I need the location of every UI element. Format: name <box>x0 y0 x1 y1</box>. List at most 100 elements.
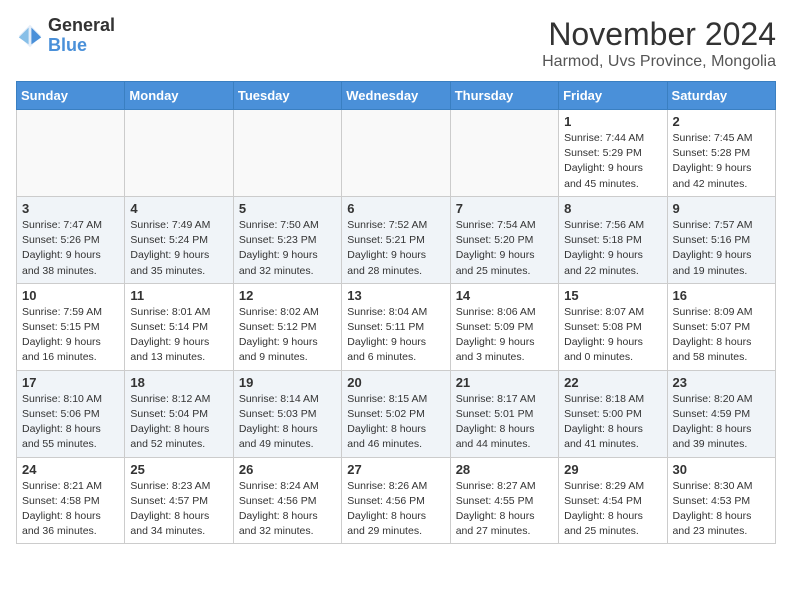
day-number: 2 <box>673 114 770 129</box>
day-number: 15 <box>564 288 661 303</box>
calendar-cell: 28 Sunrise: 8:27 AM Sunset: 4:55 PM Dayli… <box>450 457 558 544</box>
calendar-cell: 18 Sunrise: 8:12 AM Sunset: 5:04 PM Dayli… <box>125 370 233 457</box>
calendar-table: SundayMondayTuesdayWednesdayThursdayFrid… <box>16 81 776 544</box>
day-info: Sunrise: 8:04 AM Sunset: 5:11 PM Dayligh… <box>347 305 444 366</box>
calendar-cell: 1Sunrise: 7:44 AM Sunset: 5:29 PM Daylig… <box>559 110 667 197</box>
logo-line1: General <box>48 16 115 36</box>
day-number: 13 <box>347 288 444 303</box>
calendar-cell: 14Sunrise: 8:06 AM Sunset: 5:09 PM Dayli… <box>450 283 558 370</box>
day-info: Sunrise: 7:47 AM Sunset: 5:26 PM Dayligh… <box>22 218 119 279</box>
month-title: November 2024 <box>542 16 776 53</box>
calendar-cell: 21Sunrise: 8:17 AM Sunset: 5:01 PM Dayli… <box>450 370 558 457</box>
day-number: 28 <box>456 462 553 477</box>
calendar-header-row: SundayMondayTuesdayWednesdayThursdayFrid… <box>17 82 776 110</box>
day-info: Sunrise: 7:57 AM Sunset: 5:16 PM Dayligh… <box>673 218 770 279</box>
calendar-cell: 26Sunrise: 8:24 AM Sunset: 4:56 PM Dayli… <box>233 457 341 544</box>
calendar-cell <box>450 110 558 197</box>
calendar-cell: 23 Sunrise: 8:20 AM Sunset: 4:59 PM Dayli… <box>667 370 775 457</box>
calendar-cell: 16 Sunrise: 8:09 AM Sunset: 5:07 PM Dayli… <box>667 283 775 370</box>
day-info: Sunrise: 8:27 AM Sunset: 4:55 PM Dayligh… <box>456 479 553 540</box>
day-info: Sunrise: 7:45 AM Sunset: 5:28 PM Dayligh… <box>673 131 770 192</box>
calendar-cell <box>125 110 233 197</box>
day-number: 18 <box>130 375 227 390</box>
day-info: Sunrise: 8:30 AM Sunset: 4:53 PM Dayligh… <box>673 479 770 540</box>
day-info: Sunrise: 8:07 AM Sunset: 5:08 PM Dayligh… <box>564 305 661 366</box>
calendar-cell: 2 Sunrise: 7:45 AM Sunset: 5:28 PM Daylig… <box>667 110 775 197</box>
day-info: Sunrise: 8:09 AM Sunset: 5:07 PM Dayligh… <box>673 305 770 366</box>
day-number: 24 <box>22 462 119 477</box>
day-number: 30 <box>673 462 770 477</box>
calendar-cell: 25Sunrise: 8:23 AM Sunset: 4:57 PM Dayli… <box>125 457 233 544</box>
calendar-cell <box>342 110 450 197</box>
title-block: November 2024 Harmod, Uvs Province, Mong… <box>542 16 776 71</box>
day-info: Sunrise: 8:23 AM Sunset: 4:57 PM Dayligh… <box>130 479 227 540</box>
day-number: 26 <box>239 462 336 477</box>
calendar-cell: 3 Sunrise: 7:47 AM Sunset: 5:26 PM Daylig… <box>17 196 125 283</box>
day-number: 22 <box>564 375 661 390</box>
logo-line2: Blue <box>48 36 115 56</box>
calendar-week-4: 17 Sunrise: 8:10 AM Sunset: 5:06 PM Dayli… <box>17 370 776 457</box>
day-number: 23 <box>673 375 770 390</box>
day-number: 17 <box>22 375 119 390</box>
header-friday: Friday <box>559 82 667 110</box>
day-info: Sunrise: 7:49 AM Sunset: 5:24 PM Dayligh… <box>130 218 227 279</box>
day-info: Sunrise: 8:06 AM Sunset: 5:09 PM Dayligh… <box>456 305 553 366</box>
calendar-cell <box>233 110 341 197</box>
day-number: 5 <box>239 201 336 216</box>
header-thursday: Thursday <box>450 82 558 110</box>
calendar-cell: 17 Sunrise: 8:10 AM Sunset: 5:06 PM Dayli… <box>17 370 125 457</box>
day-info: Sunrise: 8:21 AM Sunset: 4:58 PM Dayligh… <box>22 479 119 540</box>
day-info: Sunrise: 8:14 AM Sunset: 5:03 PM Dayligh… <box>239 392 336 453</box>
calendar-cell: 15 Sunrise: 8:07 AM Sunset: 5:08 PM Dayli… <box>559 283 667 370</box>
day-info: Sunrise: 7:50 AM Sunset: 5:23 PM Dayligh… <box>239 218 336 279</box>
day-number: 16 <box>673 288 770 303</box>
calendar-cell <box>17 110 125 197</box>
day-number: 10 <box>22 288 119 303</box>
day-info: Sunrise: 8:01 AM Sunset: 5:14 PM Dayligh… <box>130 305 227 366</box>
logo-text: General Blue <box>48 16 115 56</box>
day-info: Sunrise: 8:26 AM Sunset: 4:56 PM Dayligh… <box>347 479 444 540</box>
calendar-cell: 13 Sunrise: 8:04 AM Sunset: 5:11 PM Dayli… <box>342 283 450 370</box>
calendar-week-2: 3 Sunrise: 7:47 AM Sunset: 5:26 PM Daylig… <box>17 196 776 283</box>
calendar-cell: 4 Sunrise: 7:49 AM Sunset: 5:24 PM Daylig… <box>125 196 233 283</box>
day-number: 12 <box>239 288 336 303</box>
calendar-cell: 12 Sunrise: 8:02 AM Sunset: 5:12 PM Dayli… <box>233 283 341 370</box>
day-number: 20 <box>347 375 444 390</box>
calendar-week-5: 24 Sunrise: 8:21 AM Sunset: 4:58 PM Dayli… <box>17 457 776 544</box>
calendar-cell: 10Sunrise: 7:59 AM Sunset: 5:15 PM Dayli… <box>17 283 125 370</box>
logo: General Blue <box>16 16 115 56</box>
page-header: General Blue November 2024 Harmod, Uvs P… <box>16 16 776 71</box>
day-info: Sunrise: 8:15 AM Sunset: 5:02 PM Dayligh… <box>347 392 444 453</box>
day-number: 29 <box>564 462 661 477</box>
day-number: 27 <box>347 462 444 477</box>
calendar-cell: 6Sunrise: 7:52 AM Sunset: 5:21 PM Daylig… <box>342 196 450 283</box>
day-number: 9 <box>673 201 770 216</box>
calendar-cell: 19Sunrise: 8:14 AM Sunset: 5:03 PM Dayli… <box>233 370 341 457</box>
header-wednesday: Wednesday <box>342 82 450 110</box>
calendar-week-3: 10Sunrise: 7:59 AM Sunset: 5:15 PM Dayli… <box>17 283 776 370</box>
calendar-cell: 24 Sunrise: 8:21 AM Sunset: 4:58 PM Dayli… <box>17 457 125 544</box>
day-number: 4 <box>130 201 227 216</box>
day-info: Sunrise: 8:20 AM Sunset: 4:59 PM Dayligh… <box>673 392 770 453</box>
day-info: Sunrise: 7:52 AM Sunset: 5:21 PM Dayligh… <box>347 218 444 279</box>
calendar-cell: 20 Sunrise: 8:15 AM Sunset: 5:02 PM Dayli… <box>342 370 450 457</box>
header-monday: Monday <box>125 82 233 110</box>
header-tuesday: Tuesday <box>233 82 341 110</box>
calendar-cell: 29 Sunrise: 8:29 AM Sunset: 4:54 PM Dayli… <box>559 457 667 544</box>
day-info: Sunrise: 8:17 AM Sunset: 5:01 PM Dayligh… <box>456 392 553 453</box>
calendar-week-1: 1Sunrise: 7:44 AM Sunset: 5:29 PM Daylig… <box>17 110 776 197</box>
calendar-cell: 22Sunrise: 8:18 AM Sunset: 5:00 PM Dayli… <box>559 370 667 457</box>
day-info: Sunrise: 8:12 AM Sunset: 5:04 PM Dayligh… <box>130 392 227 453</box>
header-sunday: Sunday <box>17 82 125 110</box>
day-number: 3 <box>22 201 119 216</box>
calendar-cell: 30 Sunrise: 8:30 AM Sunset: 4:53 PM Dayli… <box>667 457 775 544</box>
calendar-cell: 8Sunrise: 7:56 AM Sunset: 5:18 PM Daylig… <box>559 196 667 283</box>
location-title: Harmod, Uvs Province, Mongolia <box>542 53 776 71</box>
day-info: Sunrise: 8:02 AM Sunset: 5:12 PM Dayligh… <box>239 305 336 366</box>
calendar-cell: 7Sunrise: 7:54 AM Sunset: 5:20 PM Daylig… <box>450 196 558 283</box>
day-info: Sunrise: 8:29 AM Sunset: 4:54 PM Dayligh… <box>564 479 661 540</box>
day-info: Sunrise: 8:10 AM Sunset: 5:06 PM Dayligh… <box>22 392 119 453</box>
day-number: 8 <box>564 201 661 216</box>
calendar-cell: 27 Sunrise: 8:26 AM Sunset: 4:56 PM Dayli… <box>342 457 450 544</box>
day-info: Sunrise: 7:54 AM Sunset: 5:20 PM Dayligh… <box>456 218 553 279</box>
